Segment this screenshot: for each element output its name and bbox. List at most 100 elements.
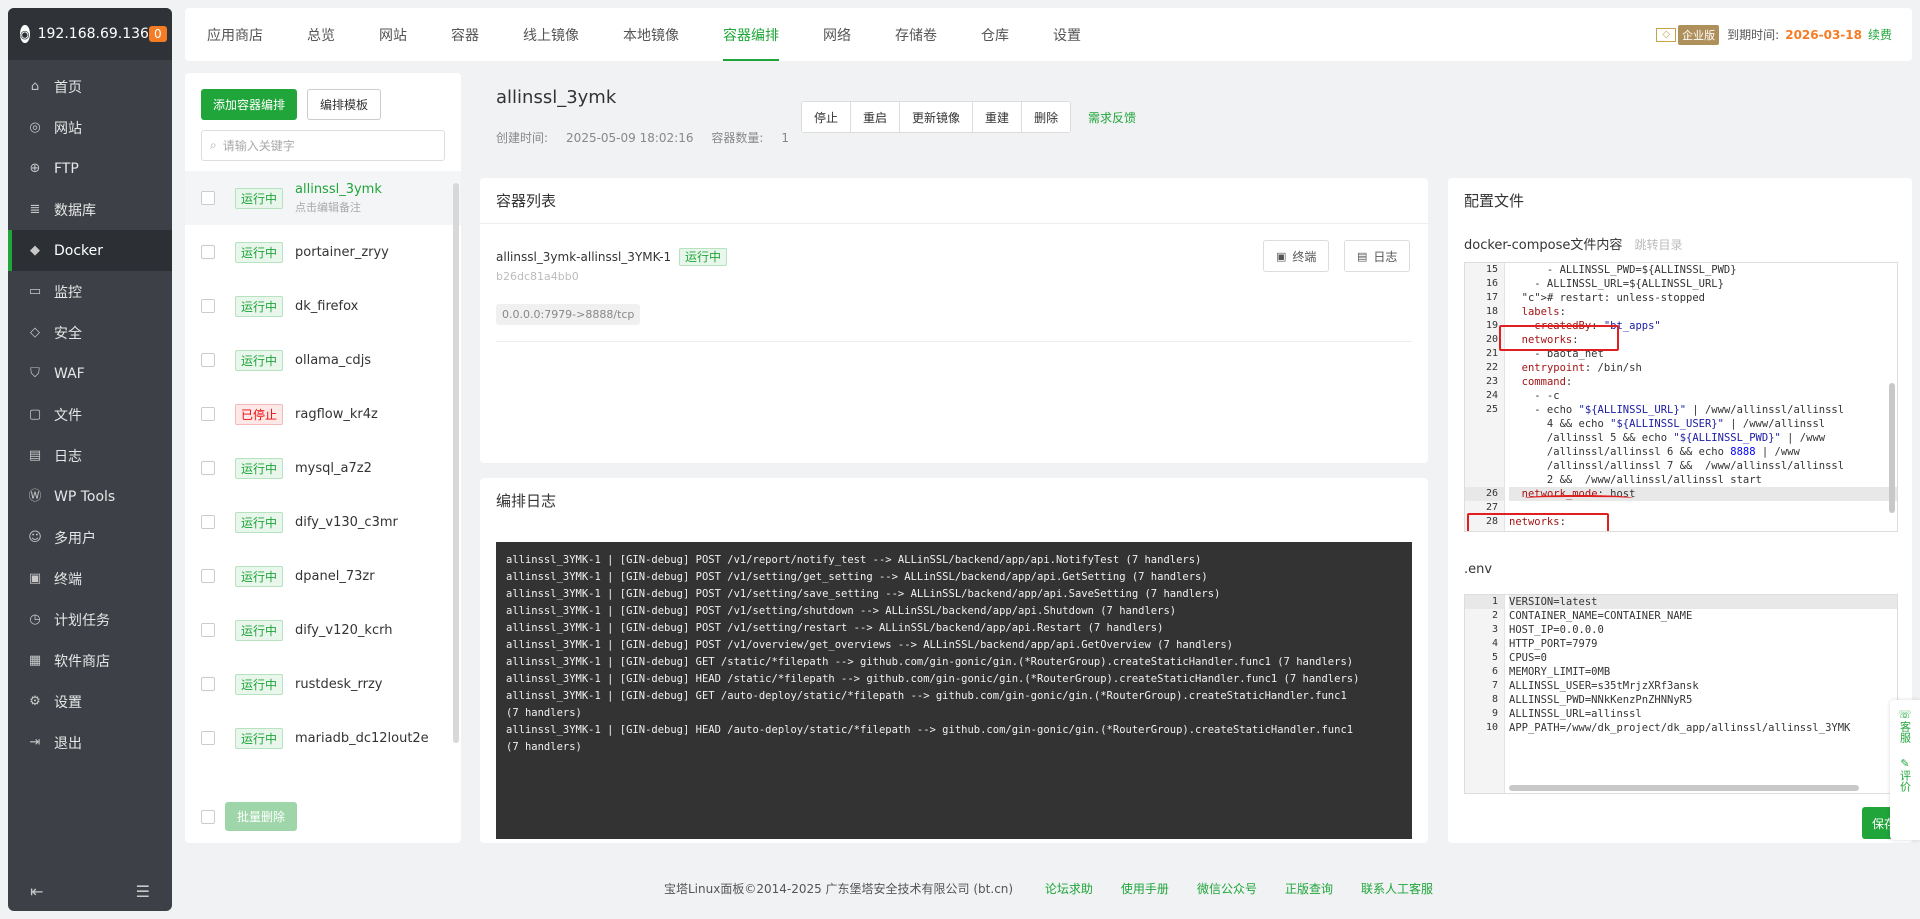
row-checkbox[interactable] xyxy=(201,299,215,313)
line-number xyxy=(1465,431,1504,445)
compose-list-item[interactable]: 运行中 mariadb_dc12lout2e xyxy=(185,711,461,765)
sidebar-item-14[interactable]: ▦ 软件商店 xyxy=(8,640,172,681)
sidebar-item-label: 首页 xyxy=(54,79,82,96)
skip-directory-link[interactable]: 跳转目录 xyxy=(1635,238,1683,252)
footer-link-4[interactable]: 联系人工客服 xyxy=(1361,882,1433,896)
compose-code[interactable]: - ALLINSSL_PWD=${ALLINSSL_PWD} - ALLINSS… xyxy=(1509,263,1897,531)
compose-name[interactable]: dify_v130_c3mr xyxy=(295,515,398,530)
sidebar-item-2[interactable]: ⊕ FTP xyxy=(8,148,172,189)
footer-link-2[interactable]: 微信公众号 xyxy=(1197,882,1257,896)
compose-list-item[interactable]: 已停止 ragflow_kr4z xyxy=(185,387,461,441)
action-button-4[interactable]: 删除 xyxy=(1022,102,1071,132)
compose-editor[interactable]: 15161718192021222324252627282930 - ALLIN… xyxy=(1464,262,1898,532)
sidebar-item-15[interactable]: ⚙ 设置 xyxy=(8,681,172,722)
add-compose-button[interactable]: 添加容器编排 xyxy=(201,89,298,120)
batch-delete-button[interactable]: 批量删除 xyxy=(225,802,298,831)
compose-list-item[interactable]: 运行中 ollama_cdjs xyxy=(185,333,461,387)
top-tab-3[interactable]: 容器 xyxy=(429,8,501,61)
notification-badge[interactable]: 0 xyxy=(148,26,167,42)
compose-name[interactable]: dpanel_73zr xyxy=(295,569,375,584)
edit-note-link[interactable]: 点击编辑备注 xyxy=(295,199,382,215)
log-output[interactable]: allinssl_3YMK-1 | [GIN-debug] POST /v1/r… xyxy=(496,542,1412,839)
top-tab-7[interactable]: 网络 xyxy=(801,8,873,61)
compose-name[interactable]: ollama_cdjs xyxy=(295,353,371,368)
top-tab-2[interactable]: 网站 xyxy=(357,8,429,61)
sidebar-item-3[interactable]: ≣ 数据库 xyxy=(8,189,172,230)
top-tab-6[interactable]: 容器编排 xyxy=(701,8,801,61)
row-checkbox[interactable] xyxy=(201,191,215,205)
row-checkbox[interactable] xyxy=(201,461,215,475)
top-tab-0[interactable]: 应用商店 xyxy=(185,8,285,61)
footer-link-0[interactable]: 论坛求助 xyxy=(1045,882,1093,896)
sidebar-item-5[interactable]: ▭ 监控 xyxy=(8,271,172,312)
footer-link-1[interactable]: 使用手册 xyxy=(1121,882,1169,896)
compose-name[interactable]: mariadb_dc12lout2e xyxy=(295,731,429,746)
sidebar-item-9[interactable]: ▤ 日志 xyxy=(8,435,172,476)
top-tab-8[interactable]: 存储卷 xyxy=(873,8,959,61)
feedback-link[interactable]: 需求反馈 xyxy=(1088,109,1136,126)
compose-name[interactable]: dify_v120_kcrh xyxy=(295,623,392,638)
compose-list-item[interactable]: 运行中 allinssl_3ymk 点击编辑备注 xyxy=(185,171,461,225)
row-checkbox[interactable] xyxy=(201,515,215,529)
compose-name[interactable]: portainer_zryy xyxy=(295,245,389,260)
sidebar-item-1[interactable]: ◎ 网站 xyxy=(8,107,172,148)
sidebar-item-4[interactable]: ◆ Docker xyxy=(8,230,172,271)
env-h-scrollbar[interactable] xyxy=(1509,785,1859,791)
line-number: 24 xyxy=(1485,390,1498,401)
action-button-0[interactable]: 停止 xyxy=(802,102,852,132)
row-checkbox[interactable] xyxy=(201,569,215,583)
action-button-3[interactable]: 重建 xyxy=(973,102,1023,132)
row-checkbox[interactable] xyxy=(201,245,215,259)
row-checkbox[interactable] xyxy=(201,623,215,637)
log-button[interactable]: ▤ 日志 xyxy=(1344,240,1411,272)
top-tab-1[interactable]: 总览 xyxy=(285,8,357,61)
search-input[interactable]: ⌕ 请输入关键字 xyxy=(201,130,445,161)
row-checkbox[interactable] xyxy=(201,353,215,367)
select-all-checkbox[interactable] xyxy=(201,809,215,824)
compose-template-button[interactable]: 编排模板 xyxy=(307,89,382,120)
row-checkbox[interactable] xyxy=(201,677,215,691)
menu-list-icon[interactable]: ☰ xyxy=(136,882,150,901)
top-tab-9[interactable]: 仓库 xyxy=(959,8,1031,61)
sidebar-item-7[interactable]: ⛉ WAF xyxy=(8,353,172,394)
row-checkbox[interactable] xyxy=(201,731,215,745)
sidebar-item-16[interactable]: ⇥ 退出 xyxy=(8,722,172,763)
row-checkbox[interactable] xyxy=(201,407,215,421)
compose-name[interactable]: allinssl_3ymk xyxy=(295,182,382,197)
sidebar-item-11[interactable]: ☺ 多用户 xyxy=(8,517,172,558)
compose-list-item[interactable]: 运行中 dify_v130_c3mr xyxy=(185,495,461,549)
sidebar-item-12[interactable]: ▣ 终端 xyxy=(8,558,172,599)
compose-list-item[interactable]: 运行中 rustdesk_rrzy xyxy=(185,657,461,711)
sidebar-item-8[interactable]: ▢ 文件 xyxy=(8,394,172,435)
compose-list-item[interactable]: 运行中 dify_v120_kcrh xyxy=(185,603,461,657)
review-button[interactable]: ✎ 评价 xyxy=(1899,757,1912,792)
collapse-icon[interactable]: ⇤ xyxy=(30,882,43,901)
env-code[interactable]: VERSION=latest CONTAINER_NAME=CONTAINER_N… xyxy=(1509,595,1897,735)
compose-name[interactable]: rustdesk_rrzy xyxy=(295,677,382,692)
sidebar-item-6[interactable]: ◇ 安全 xyxy=(8,312,172,353)
compose-name[interactable]: mysql_a7z2 xyxy=(295,461,372,476)
top-tab-4[interactable]: 线上镜像 xyxy=(501,8,601,61)
top-tab-5[interactable]: 本地镜像 xyxy=(601,8,701,61)
sidebar-item-13[interactable]: ◷ 计划任务 xyxy=(8,599,172,640)
store-icon: ▦ xyxy=(28,652,42,668)
top-tab-10[interactable]: 设置 xyxy=(1031,8,1103,61)
compose-name[interactable]: dk_firefox xyxy=(295,299,358,314)
compose-list-item[interactable]: 运行中 portainer_zryy xyxy=(185,225,461,279)
sidebar-item-10[interactable]: Ⓦ WP Tools xyxy=(8,476,172,517)
renew-link[interactable]: 续费 xyxy=(1868,26,1892,43)
compose-list-item[interactable]: 运行中 dpanel_73zr xyxy=(185,549,461,603)
customer-service-button[interactable]: ☏ 客服 xyxy=(1898,708,1912,743)
license-info: ◇ 企业版 到期时间: 2026-03-18 续费 xyxy=(1656,24,1912,45)
compose-list-item[interactable]: 运行中 dk_firefox xyxy=(185,279,461,333)
action-button-2[interactable]: 更新镜像 xyxy=(900,102,974,132)
compose-name[interactable]: ragflow_kr4z xyxy=(295,407,378,422)
terminal-button[interactable]: ▣ 终端 xyxy=(1263,240,1330,272)
sidebar-item-0[interactable]: ⌂ 首页 xyxy=(8,66,172,107)
compose-list-item[interactable]: 运行中 mysql_a7z2 xyxy=(185,441,461,495)
env-editor[interactable]: 1 2 3 4 5 6 7 8 9 10 VERSION=latest CONTAINER_NAME… xyxy=(1464,594,1898,794)
list-scrollbar[interactable] xyxy=(453,183,459,743)
compose-scrollbar[interactable] xyxy=(1889,383,1895,513)
action-button-1[interactable]: 重启 xyxy=(851,102,901,132)
footer-link-3[interactable]: 正版查询 xyxy=(1285,882,1333,896)
